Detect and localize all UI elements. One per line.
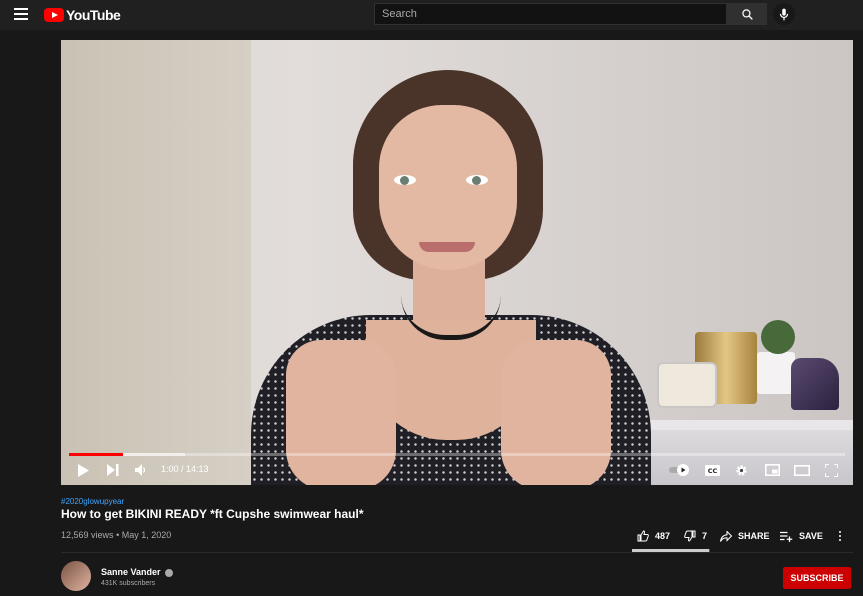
next-button[interactable]	[103, 460, 123, 480]
masthead: YouTube Search	[0, 0, 863, 30]
mute-button[interactable]	[131, 460, 151, 480]
settings-button[interactable]	[731, 460, 751, 480]
fullscreen-button[interactable]	[821, 460, 841, 480]
captions-button[interactable]: CC	[701, 460, 723, 480]
theater-mode-icon	[794, 464, 810, 476]
svg-text:CC: CC	[707, 467, 717, 475]
microphone-icon	[779, 8, 789, 20]
more-dot	[839, 535, 841, 537]
channel-name[interactable]: Sanne Vander	[101, 567, 161, 577]
autoplay-toggle-icon	[669, 464, 689, 476]
played-bar	[69, 453, 124, 456]
subscribe-button[interactable]: SUBSCRIBE	[783, 567, 851, 589]
save-button[interactable]: SAVE	[780, 528, 823, 544]
settings-icon	[735, 464, 747, 476]
next-icon	[107, 464, 119, 476]
video-title: How to get BIKINI READY *ft Cupshe swimw…	[61, 507, 364, 521]
thumbs-down-icon	[684, 530, 696, 542]
time-display: 1:00 / 14:13	[161, 464, 209, 474]
hashtag-link[interactable]: #2020glowupyear	[61, 497, 124, 506]
more-actions-button[interactable]	[834, 528, 846, 544]
share-button[interactable]: SHARE	[720, 528, 770, 544]
volume-icon	[135, 464, 146, 476]
thumbs-up-icon	[637, 530, 649, 542]
miniplayer-icon	[764, 464, 780, 476]
share-label: SHARE	[738, 531, 770, 541]
view-count: 12,569 views	[61, 530, 114, 540]
autoplay-toggle[interactable]	[668, 460, 692, 480]
add-to-playlist-icon	[780, 531, 793, 542]
search-icon	[741, 8, 753, 20]
fullscreen-icon	[824, 463, 838, 477]
more-dot	[839, 531, 841, 533]
channel-name-row[interactable]: Sanne Vander	[101, 567, 173, 577]
theater-mode-button[interactable]	[791, 460, 813, 480]
more-dot	[839, 539, 841, 541]
play-icon	[78, 463, 89, 477]
miniplayer-button[interactable]	[761, 460, 783, 480]
verified-badge-icon	[164, 568, 173, 577]
video-player[interactable]: 1:00 / 14:13 CC	[61, 40, 853, 485]
save-label: SAVE	[799, 531, 823, 541]
like-count: 487	[655, 531, 671, 541]
meta-separator: •	[116, 530, 120, 540]
channel-avatar[interactable]	[61, 561, 91, 591]
youtube-logo[interactable]: YouTube	[44, 7, 121, 23]
captions-icon: CC	[704, 464, 720, 476]
voice-search-button[interactable]	[773, 3, 795, 25]
youtube-play-icon	[44, 8, 64, 22]
logo-text: YouTube	[66, 7, 121, 23]
divider	[61, 552, 853, 553]
share-icon	[720, 530, 732, 542]
progress-bar[interactable]	[69, 453, 845, 456]
search-button[interactable]	[727, 3, 767, 25]
dislike-count: 7	[702, 531, 708, 541]
menu-icon[interactable]	[14, 8, 28, 20]
video-meta: 12,569 views • May 1, 2020	[61, 530, 171, 540]
like-button[interactable]: 487	[637, 528, 670, 544]
publish-date: May 1, 2020	[121, 530, 172, 540]
search-input[interactable]: Search	[374, 3, 727, 25]
dislike-button[interactable]: 7	[684, 528, 707, 544]
play-button[interactable]	[73, 460, 93, 480]
subscriber-count: 431K subscribers	[101, 580, 156, 587]
